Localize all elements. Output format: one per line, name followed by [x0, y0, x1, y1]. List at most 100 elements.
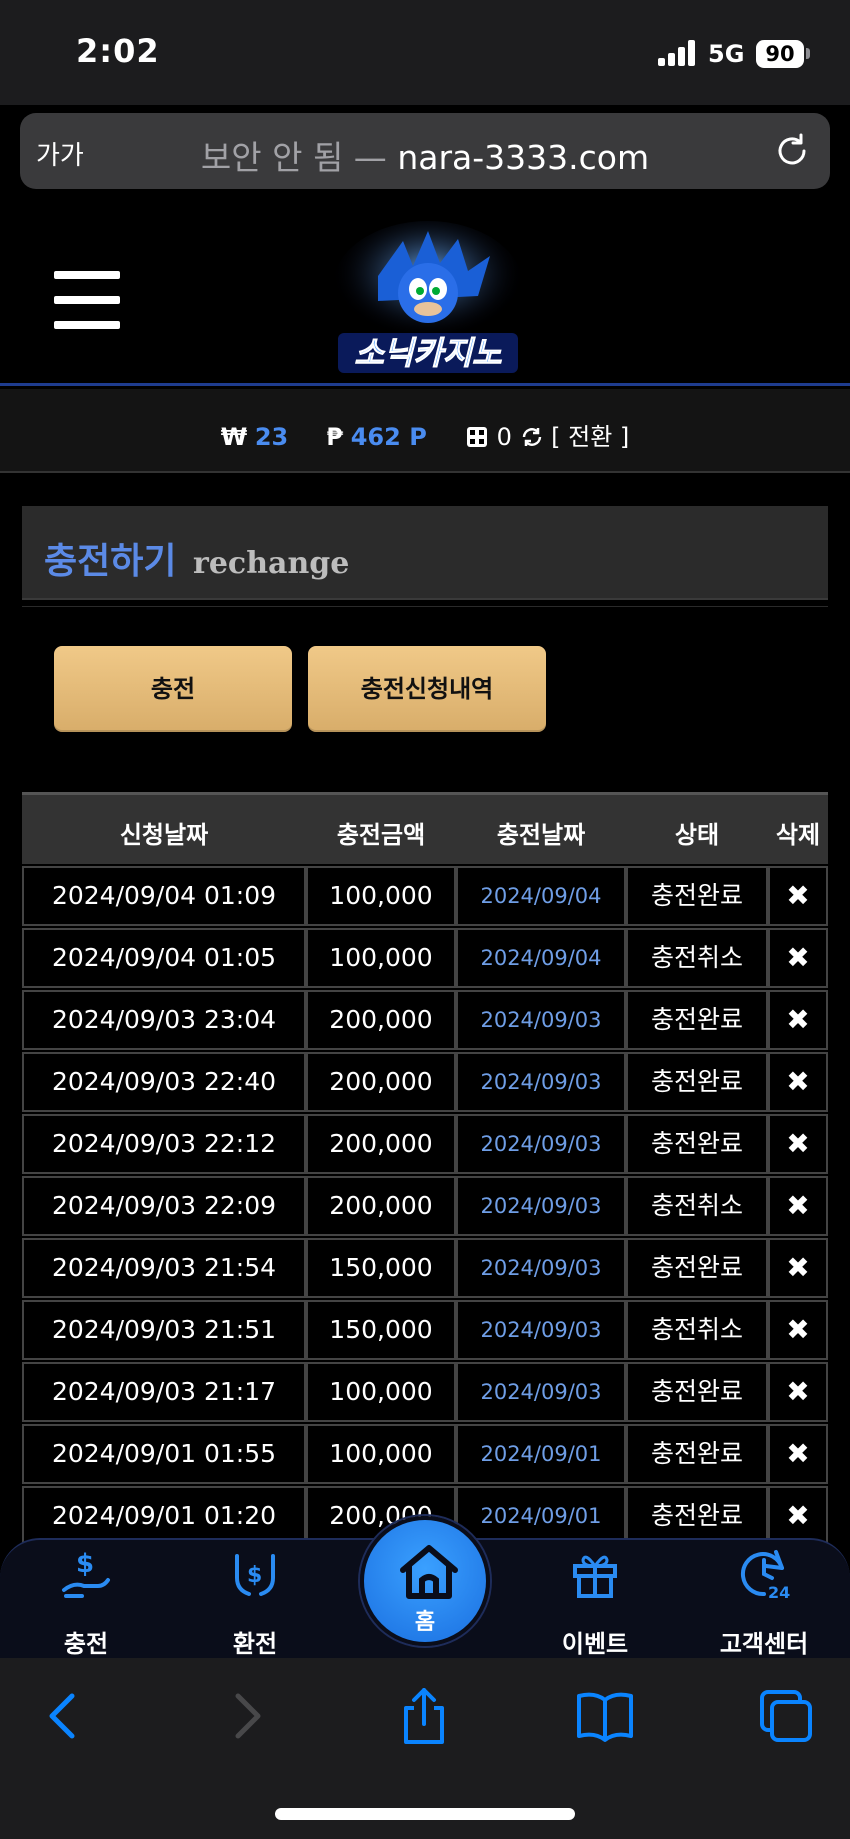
cell-delete[interactable]: ✖: [768, 1300, 828, 1360]
cell-amount: 200,000: [306, 990, 456, 1050]
table-row: 2024/09/04 01:05 100,000 2024/09/04 충전취소 ✖: [22, 928, 828, 990]
back-icon[interactable]: [34, 1688, 94, 1744]
table-row: 2024/09/03 23:04 200,000 2024/09/03 충전완료 ✖: [22, 990, 828, 1052]
nav-charge[interactable]: $ 충전: [16, 1540, 156, 1660]
cell-delete[interactable]: ✖: [768, 1052, 828, 1112]
cell-charge-date: 2024/09/03: [456, 1238, 626, 1298]
won-balance: 23: [254, 423, 289, 451]
status-bar: 2:02 5G 90: [0, 0, 850, 105]
nav-exchange[interactable]: $ 환전: [185, 1540, 325, 1660]
site-logo[interactable]: 소닉카지노: [318, 221, 538, 381]
table-row: 2024/09/01 01:55 100,000 2024/09/01 충전완료 ✖: [22, 1424, 828, 1486]
cell-delete[interactable]: ✖: [768, 1176, 828, 1236]
security-label: 보안 안 됨 —: [200, 138, 387, 177]
svg-text:$: $: [247, 1563, 262, 1588]
cell-status: 충전완료: [626, 1424, 768, 1484]
table-header: 신청날짜 충전금액 충전날짜 상태 삭제: [22, 792, 828, 864]
convert-button[interactable]: [ 전환 ]: [551, 423, 629, 451]
delete-icon[interactable]: ✖: [786, 1375, 809, 1408]
cell-charge-date: 2024/09/03: [456, 1114, 626, 1174]
header-amount: 충전금액: [336, 821, 426, 849]
svg-text:소닉카지노: 소닉카지노: [354, 334, 502, 372]
cell-delete[interactable]: ✖: [768, 1486, 828, 1546]
home-indicator: [275, 1808, 575, 1820]
cell-delete[interactable]: ✖: [768, 1238, 828, 1298]
cell-delete[interactable]: ✖: [768, 1114, 828, 1174]
url-text[interactable]: 보안 안 됨 — nara-3333.com: [20, 131, 830, 179]
cell-request-date: 2024/09/03 21:51: [22, 1300, 306, 1360]
nav-event[interactable]: 이벤트: [525, 1540, 665, 1660]
delete-icon[interactable]: ✖: [786, 941, 809, 974]
won-icon: ₩: [220, 423, 248, 451]
cell-request-date: 2024/09/01 01:55: [22, 1424, 306, 1484]
tabs-icon[interactable]: [756, 1688, 816, 1744]
cell-request-date: 2024/09/01 01:20: [22, 1486, 306, 1546]
url-domain: nara-3333.com: [397, 138, 650, 177]
cell-status: 충전완료: [626, 1486, 768, 1546]
delete-icon[interactable]: ✖: [786, 1127, 809, 1160]
refresh-icon[interactable]: [520, 425, 544, 449]
signal-icon: [658, 40, 698, 66]
delete-icon[interactable]: ✖: [786, 1251, 809, 1284]
cell-status: 충전완료: [626, 990, 768, 1050]
table-row: 2024/09/03 21:51 150,000 2024/09/03 충전취소 ✖: [22, 1300, 828, 1362]
charge-button[interactable]: 충전: [54, 646, 292, 732]
cell-charge-date: 2024/09/03: [456, 1362, 626, 1422]
cell-status: 충전완료: [626, 1114, 768, 1174]
table-row: 2024/09/03 21:54 150,000 2024/09/03 충전완료 ✖: [22, 1238, 828, 1300]
cell-request-date: 2024/09/04 01:09: [22, 866, 306, 926]
table-row: 2024/09/03 21:17 100,000 2024/09/03 충전완료 ✖: [22, 1362, 828, 1424]
delete-icon[interactable]: ✖: [786, 1437, 809, 1470]
cell-request-date: 2024/09/03 23:04: [22, 990, 306, 1050]
cell-status: 충전완료: [626, 1238, 768, 1298]
cell-request-date: 2024/09/03 22:09: [22, 1176, 306, 1236]
cell-amount: 150,000: [306, 1238, 456, 1298]
cell-delete[interactable]: ✖: [768, 866, 828, 926]
cell-amount: 100,000: [306, 928, 456, 988]
delete-icon[interactable]: ✖: [786, 1499, 809, 1532]
page-subtitle: rechange: [193, 546, 350, 581]
delete-icon[interactable]: ✖: [786, 1313, 809, 1346]
nav-label: 이벤트: [561, 1630, 629, 1658]
nav-home[interactable]: 홈: [360, 1516, 490, 1646]
nav-support[interactable]: 24 고객센터: [694, 1540, 834, 1660]
cell-charge-date: 2024/09/01: [456, 1424, 626, 1484]
table-row: 2024/09/03 22:12 200,000 2024/09/03 충전완료 ✖: [22, 1114, 828, 1176]
section-header: 충전하기 rechange: [22, 506, 828, 600]
exchange-hands-icon: $: [235, 1554, 275, 1596]
cell-charge-date: 2024/09/04: [456, 866, 626, 926]
cell-status: 충전취소: [626, 1300, 768, 1360]
delete-icon[interactable]: ✖: [786, 879, 809, 912]
cell-status: 충전완료: [626, 1362, 768, 1422]
forward-icon[interactable]: [216, 1688, 276, 1744]
battery-icon: 90: [756, 40, 804, 68]
cell-delete[interactable]: ✖: [768, 990, 828, 1050]
cell-delete[interactable]: ✖: [768, 1362, 828, 1422]
header-status: 상태: [674, 821, 720, 849]
url-bar[interactable]: 가가 보안 안 됨 — nara-3333.com: [20, 113, 830, 189]
delete-icon[interactable]: ✖: [786, 1003, 809, 1036]
cell-amount: 200,000: [306, 1052, 456, 1112]
cell-amount: 200,000: [306, 1176, 456, 1236]
cell-status: 충전취소: [626, 1176, 768, 1236]
cell-charge-date: 2024/09/03: [456, 1176, 626, 1236]
gift-icon: [573, 1555, 617, 1598]
delete-icon[interactable]: ✖: [786, 1065, 809, 1098]
menu-icon[interactable]: [54, 271, 120, 329]
reload-icon[interactable]: [772, 131, 812, 171]
delete-icon[interactable]: ✖: [786, 1189, 809, 1222]
cell-charge-date: 2024/09/01: [456, 1486, 626, 1546]
bookmarks-icon[interactable]: [575, 1688, 635, 1744]
cell-request-date: 2024/09/04 01:05: [22, 928, 306, 988]
chip-balance: 0: [496, 423, 512, 451]
header-delete: 삭제: [775, 821, 821, 849]
charge-history-button[interactable]: 충전신청내역: [308, 646, 546, 732]
cell-delete[interactable]: ✖: [768, 1424, 828, 1484]
cell-request-date: 2024/09/03 22:40: [22, 1052, 306, 1112]
cell-delete[interactable]: ✖: [768, 928, 828, 988]
share-icon[interactable]: [394, 1688, 454, 1744]
battery-tip: [806, 48, 810, 59]
hand-dollar-icon: $: [62, 1549, 110, 1598]
network-label: 5G: [708, 40, 745, 68]
cell-request-date: 2024/09/03 21:54: [22, 1238, 306, 1298]
